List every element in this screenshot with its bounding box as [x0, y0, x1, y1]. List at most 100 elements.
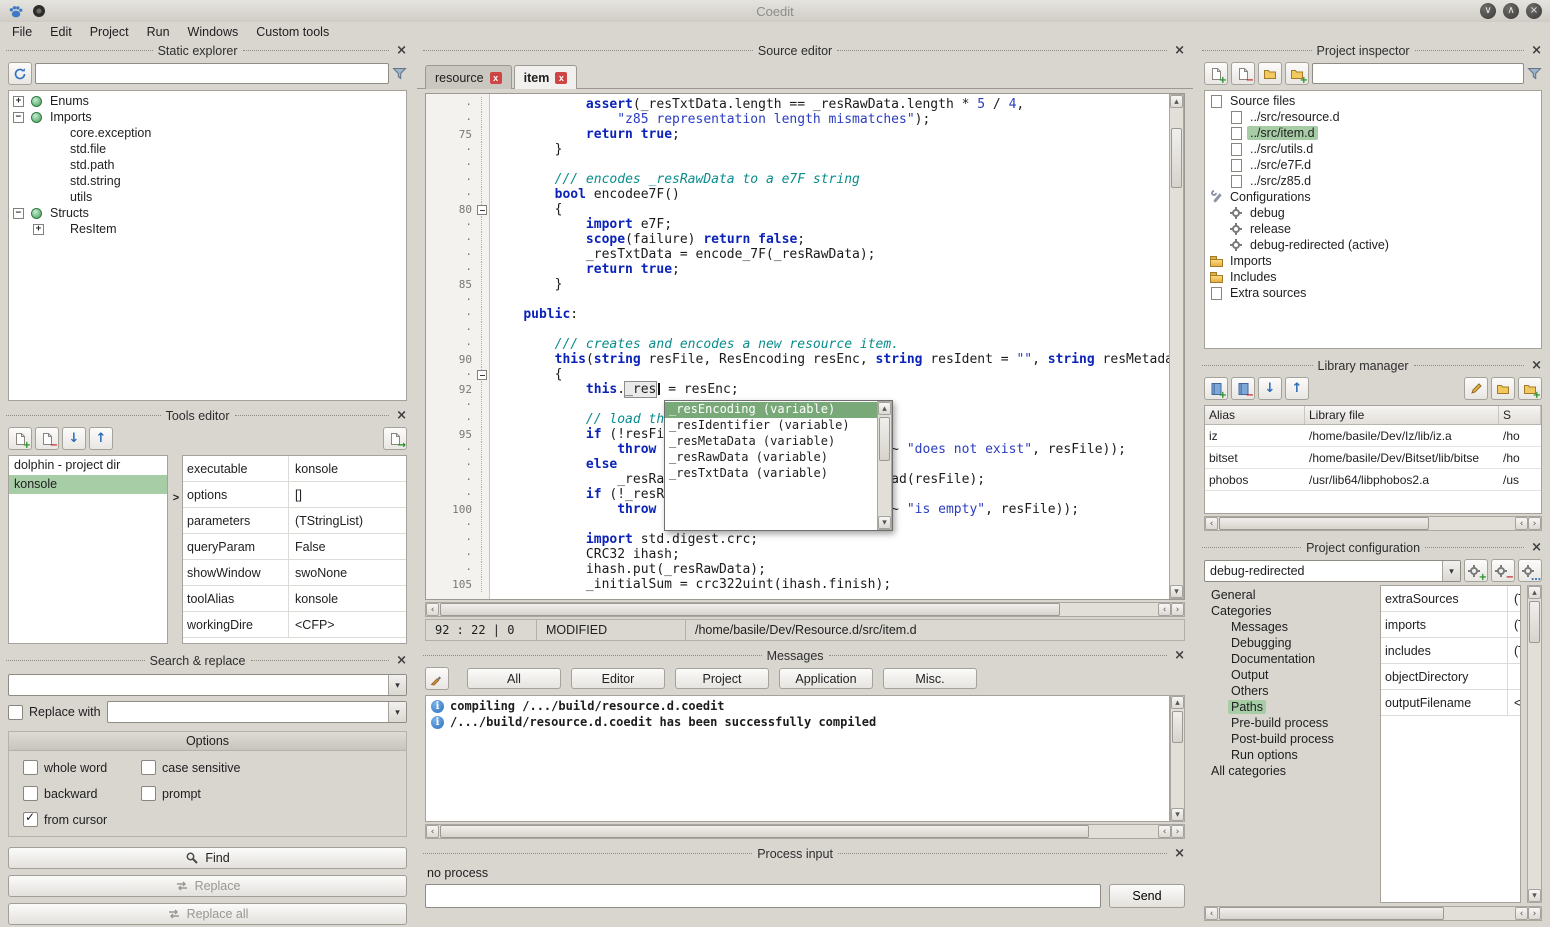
scroll-down-icon[interactable]: ▾: [1528, 889, 1541, 902]
scroll-up-icon[interactable]: ▴: [1170, 95, 1183, 108]
scroll-left-icon[interactable]: ‹: [426, 825, 439, 838]
menu-item[interactable]: Custom tools: [256, 25, 329, 39]
tree-item[interactable]: std.file: [9, 141, 406, 157]
scroll-up-icon[interactable]: ▴: [1528, 586, 1541, 599]
scroll-up-icon[interactable]: ▴: [1171, 696, 1184, 709]
property-row[interactable]: workingDire <CFP>: [183, 612, 406, 638]
property-row[interactable]: imports (T: [1381, 612, 1520, 638]
editor-vscrollbar[interactable]: ▴ ▾: [1169, 94, 1184, 599]
chevron-down-icon[interactable]: ▾: [388, 675, 406, 695]
remove-configuration-button[interactable]: −: [1491, 559, 1515, 582]
tree-item[interactable]: − Imports: [9, 109, 406, 125]
inspector-search-input[interactable]: [1312, 63, 1524, 84]
tree-item[interactable]: Post-build process: [1204, 731, 1374, 747]
scroll-thumb[interactable]: [440, 825, 1089, 838]
close-icon[interactable]: ×: [1529, 359, 1544, 372]
tree-item[interactable]: debug: [1205, 205, 1541, 221]
scroll-left-icon[interactable]: ‹: [1515, 907, 1528, 920]
close-icon[interactable]: ×: [1172, 44, 1187, 57]
library-row[interactable]: iz /home/basile/Dev/Iz/lib/iz.a /ho: [1205, 425, 1541, 447]
scroll-thumb[interactable]: [1171, 128, 1182, 188]
close-icon[interactable]: ×: [1529, 541, 1544, 554]
tree-item[interactable]: core.exception: [9, 125, 406, 141]
property-value[interactable]: []: [289, 482, 406, 507]
search-option-checkbox[interactable]: backward: [23, 786, 141, 801]
clone-configuration-button[interactable]: …: [1518, 559, 1542, 582]
tree-item[interactable]: + Enums: [9, 93, 406, 109]
scroll-right-icon[interactable]: ›: [1528, 517, 1541, 530]
tree-item[interactable]: Categories: [1204, 603, 1374, 619]
add-folder-button[interactable]: +: [1285, 62, 1309, 85]
filter-icon[interactable]: [1527, 67, 1542, 81]
editor-hscrollbar[interactable]: ‹ ‹ ›: [425, 602, 1185, 617]
tool-list-item[interactable]: konsole: [9, 475, 167, 494]
tree-item[interactable]: All categories: [1204, 763, 1374, 779]
menu-item[interactable]: Edit: [50, 25, 72, 39]
property-value[interactable]: (T: [1508, 638, 1520, 663]
replace-with-combo[interactable]: ▾: [107, 701, 407, 723]
tree-item[interactable]: ../src/e7F.d: [1205, 157, 1541, 173]
message-row[interactable]: compiling /.../build/resource.d.coedit: [426, 698, 1169, 714]
tree-item[interactable]: General: [1204, 587, 1374, 603]
message-filter-button[interactable]: Application: [779, 668, 873, 689]
move-tool-up-button[interactable]: ↑: [89, 427, 113, 450]
maximize-button[interactable]: ∧: [1503, 3, 1519, 19]
tree-item[interactable]: ../src/z85.d: [1205, 173, 1541, 189]
editor-tab[interactable]: resource x: [425, 65, 512, 89]
tree-item[interactable]: + ResItem: [9, 221, 406, 237]
scroll-right-icon[interactable]: ›: [1528, 907, 1541, 920]
messages-hscrollbar[interactable]: ‹ ‹ ›: [425, 824, 1185, 839]
tree-item[interactable]: std.string: [9, 173, 406, 189]
property-row[interactable]: outputFilename <C: [1381, 690, 1520, 716]
close-window-button[interactable]: ×: [1526, 3, 1542, 19]
scroll-thumb[interactable]: [440, 603, 1060, 616]
scroll-right-icon[interactable]: ›: [1171, 825, 1184, 838]
completion-item[interactable]: _resTxtData (variable): [665, 466, 877, 482]
editor-tab[interactable]: item x: [514, 65, 578, 89]
remove-source-button[interactable]: −: [1231, 62, 1255, 85]
scroll-thumb[interactable]: [1529, 601, 1540, 643]
library-add-folder-button[interactable]: +: [1518, 377, 1542, 400]
send-button[interactable]: Send: [1109, 884, 1185, 908]
library-row[interactable]: phobos /usr/lib64/libphobos2.a /us: [1205, 469, 1541, 491]
close-icon[interactable]: ×: [1172, 847, 1187, 860]
scroll-thumb[interactable]: [879, 417, 890, 461]
menu-item[interactable]: Project: [90, 25, 129, 39]
refresh-button[interactable]: [8, 62, 32, 85]
add-configuration-button[interactable]: +: [1464, 559, 1488, 582]
completion-item[interactable]: _resEncoding (variable): [665, 402, 877, 418]
close-icon[interactable]: ×: [394, 409, 409, 422]
completion-item[interactable]: _resRawData (variable): [665, 450, 877, 466]
expander-icon[interactable]: +: [33, 224, 44, 235]
message-filter-button[interactable]: Project: [675, 668, 769, 689]
property-value[interactable]: (T: [1508, 586, 1520, 611]
scroll-right-icon[interactable]: ›: [1171, 603, 1184, 616]
tree-item[interactable]: Pre-build process: [1204, 715, 1374, 731]
replace-with-checkbox[interactable]: Replace with: [8, 705, 101, 720]
property-value[interactable]: (T: [1508, 612, 1520, 637]
add-tool-button[interactable]: +: [8, 427, 32, 450]
run-tool-button[interactable]: →: [383, 427, 407, 450]
config-vscrollbar[interactable]: ▴ ▾: [1527, 585, 1542, 903]
add-source-button[interactable]: +: [1204, 62, 1228, 85]
property-row[interactable]: executable konsole: [183, 456, 406, 482]
completion-item[interactable]: _resMetaData (variable): [665, 434, 877, 450]
expander-icon[interactable]: −: [13, 208, 24, 219]
scroll-left-icon[interactable]: ‹: [1158, 603, 1171, 616]
move-library-up-button[interactable]: ↑: [1285, 377, 1309, 400]
edit-library-button[interactable]: [1464, 377, 1488, 400]
message-filter-button[interactable]: Misc.: [883, 668, 977, 689]
tree-item[interactable]: ../src/item.d: [1205, 125, 1541, 141]
scroll-left-icon[interactable]: ‹: [1158, 825, 1171, 838]
column-file[interactable]: Library file: [1305, 406, 1499, 424]
shade-button[interactable]: ∨: [1480, 3, 1496, 19]
search-option-checkbox[interactable]: prompt: [141, 786, 392, 801]
completion-scrollbar[interactable]: ▴ ▾: [877, 401, 892, 530]
menu-item[interactable]: Windows: [188, 25, 239, 39]
property-row[interactable]: parameters (TStringList): [183, 508, 406, 534]
config-hscrollbar[interactable]: ‹ ‹ ›: [1204, 906, 1542, 921]
add-library-button[interactable]: +: [1204, 377, 1228, 400]
menu-item[interactable]: Run: [147, 25, 170, 39]
clear-messages-button[interactable]: [425, 667, 449, 690]
replace-button[interactable]: Replace: [8, 875, 407, 897]
